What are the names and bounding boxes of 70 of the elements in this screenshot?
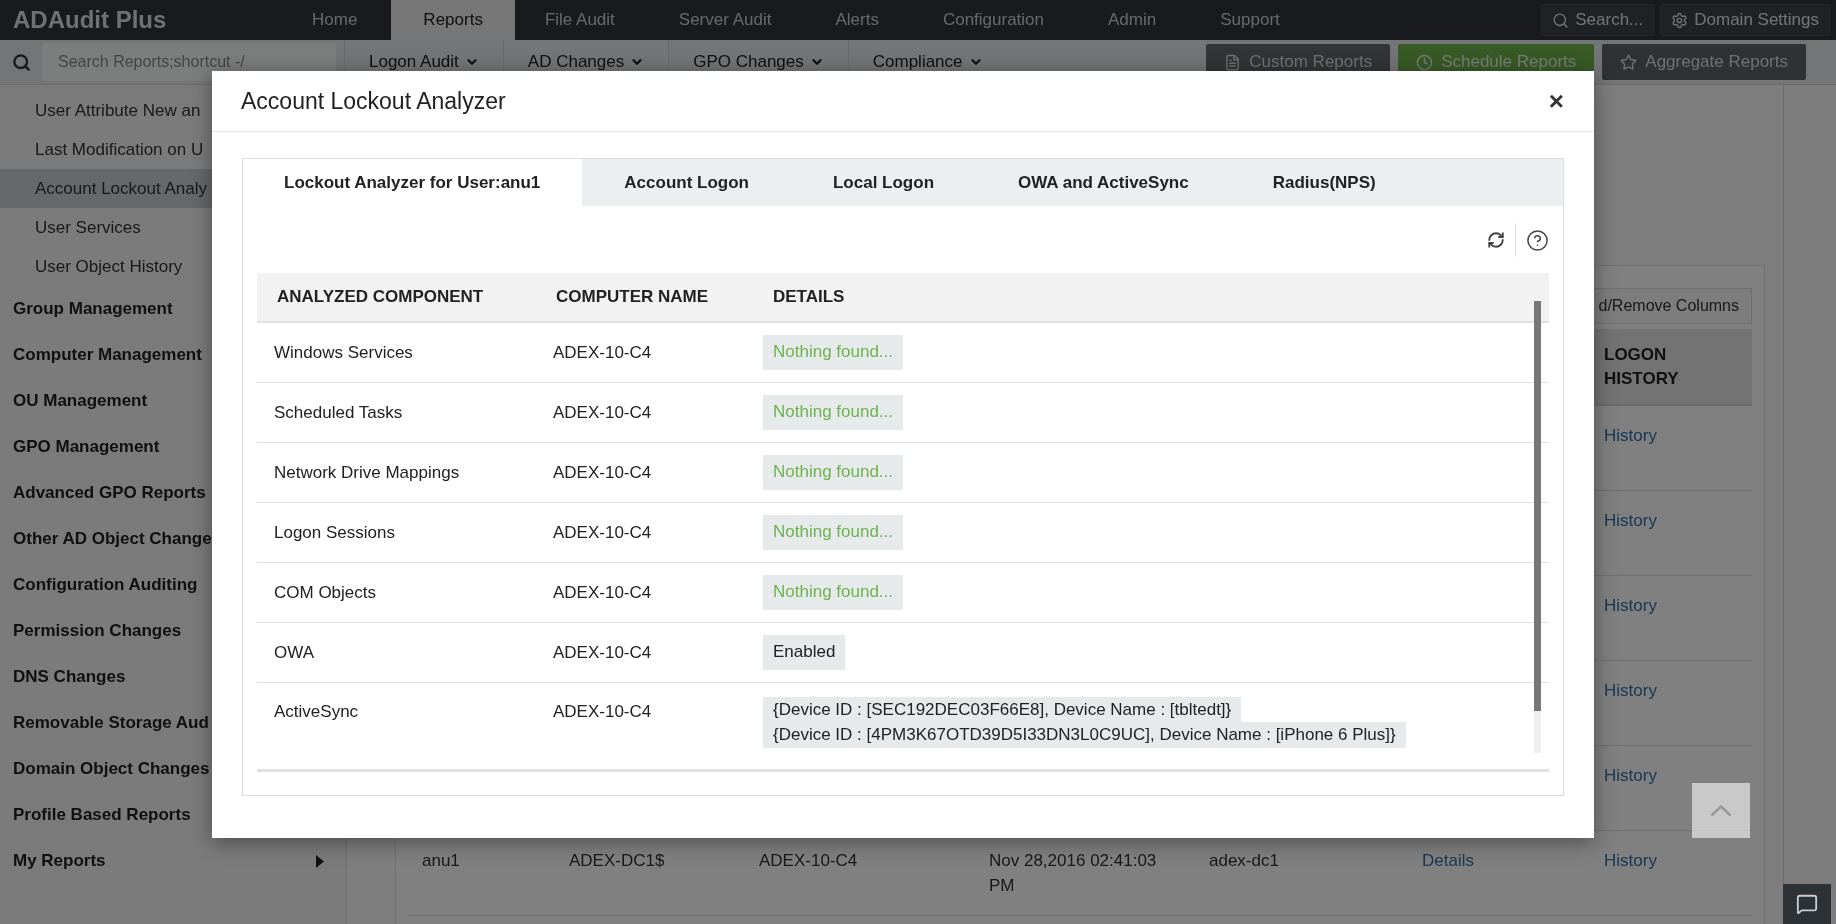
dialog-tab[interactable]: Radius(NPS) [1230,159,1418,206]
column-header: ANALYZED COMPONENT [257,273,536,323]
scrollbar[interactable] [1534,301,1541,753]
column-header: COMPUTER NAME [536,273,753,323]
app-logo: ADAudit Plus [12,5,168,35]
dialog-tab[interactable]: Lockout Analyzer for User:anu1 [243,159,583,206]
dialog-tab[interactable]: OWA and ActiveSync [976,159,1231,206]
history-link[interactable]: History [1604,851,1657,870]
table-cell: ADEX-10-C4 [553,522,652,543]
table-cell: Logon Sessions [274,522,395,543]
column-header: DETAILS [753,273,1549,323]
star-icon [1620,53,1638,71]
table-cell: ADEX-10-C4 [553,642,652,663]
chat-icon [1796,893,1818,915]
nav-tab[interactable]: Home [282,0,388,40]
detail-value: {Device ID : [SEC192DEC03F66E8], Device Name : [tbltedt]} [763,697,1242,723]
history-link[interactable]: History [1604,596,1657,615]
nav-tab[interactable]: Alerts [805,0,909,40]
dialog-tab[interactable]: Account Logon [582,159,791,206]
history-link[interactable]: History [1604,511,1657,530]
table-cell: ADEX-10-C4 [553,702,652,722]
search-icon [11,52,31,72]
report-button[interactable]: Aggregate Reports [1602,44,1806,80]
table-cell: ActiveSync [274,702,359,722]
caret-icon [316,854,324,868]
nav-tab[interactable]: Configuration [912,0,1075,40]
columns-button[interactable]: d/Remove Columns [1592,288,1752,324]
close-button[interactable]: × [1548,85,1564,117]
table-cell: anu1 [422,851,460,870]
status-badge: Nothing found... [763,515,904,550]
settings-icon [1671,11,1689,29]
status-badge: Nothing found... [763,455,904,490]
table-cell: Nov 28,2016 02:41:03 PM [989,851,1157,895]
status-badge: Nothing found... [763,335,904,370]
settings-button[interactable]: Domain Settings [1660,4,1830,36]
table-cell: Windows Services [274,342,413,363]
dialog-tab[interactable]: Local Logon [790,159,976,206]
search-icon [1552,11,1570,29]
details-link[interactable]: Details [1422,851,1474,870]
history-link[interactable]: History [1604,681,1657,700]
sidebar-item[interactable]: My Reports [0,838,346,884]
help-icon[interactable] [1526,228,1549,252]
status-badge: Nothing found... [763,575,904,610]
detail-value: Enabled [763,635,846,670]
chat-button[interactable] [1783,884,1831,924]
nav-tab[interactable]: Reports [391,0,515,40]
nav-tab[interactable]: Support [1190,0,1310,40]
table-cell: ADEX-10-C4 [759,851,858,870]
table-cell: adex-dc1 [1209,851,1279,870]
table-cell: ADEX-10-C4 [553,462,652,483]
nav-tab[interactable]: Admin [1078,0,1187,40]
history-link[interactable]: History [1604,766,1657,785]
search-button[interactable]: Search... [1541,4,1655,36]
dialog-title: Account Lockout Analyzer [241,87,506,115]
clock-icon [1416,53,1434,71]
table-cell: Network Drive Mappings [274,462,460,483]
table-cell: ADEX-10-C4 [553,342,652,363]
refresh-icon[interactable] [1487,231,1505,249]
nav-tab[interactable]: Server Audit [648,0,802,40]
detail-value: {Device ID : [4PM3K67OTD39D5I33DN3L0C9UC], Device Name : [iPhone 6 Plus]} [763,722,1406,748]
table-cell: ADEX-10-C4 [553,402,652,423]
chevron-up-icon [1710,804,1732,817]
table-cell: ADEX-10-C4 [553,582,652,603]
status-badge: Nothing found... [763,395,904,430]
table-cell: ADEX-DC1$ [569,851,665,870]
table-cell: COM Objects [274,582,377,603]
table-cell: Scheduled Tasks [274,402,403,423]
table-cell: OWA [274,642,314,663]
document-icon [1224,53,1242,71]
history-link[interactable]: History [1604,426,1657,445]
